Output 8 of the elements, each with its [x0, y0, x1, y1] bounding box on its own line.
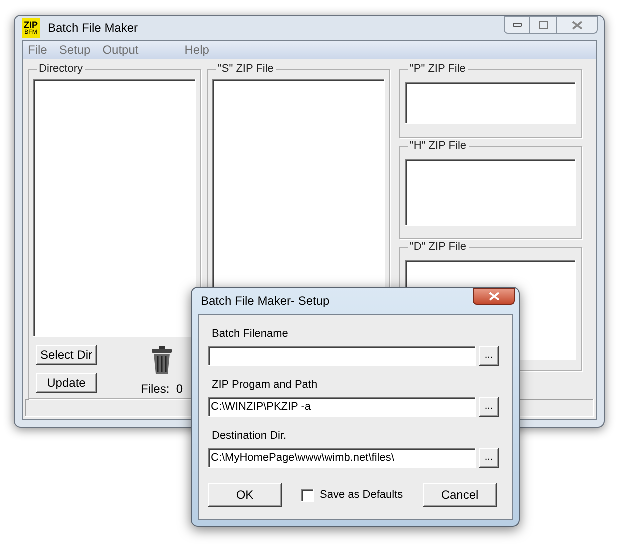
- checkbox-label: Save as Defaults: [320, 488, 404, 503]
- group-label: Directory: [37, 62, 86, 76]
- dialog-title: Batch File Maker- Setup: [201, 293, 330, 310]
- window-title: Batch File Maker: [48, 20, 138, 37]
- files-count: Files: 0: [141, 381, 184, 398]
- field-label: ZIP Progam and Path: [212, 378, 319, 392]
- field-label: Destination Dir.: [212, 429, 288, 443]
- field-label: Batch Filename: [212, 327, 290, 341]
